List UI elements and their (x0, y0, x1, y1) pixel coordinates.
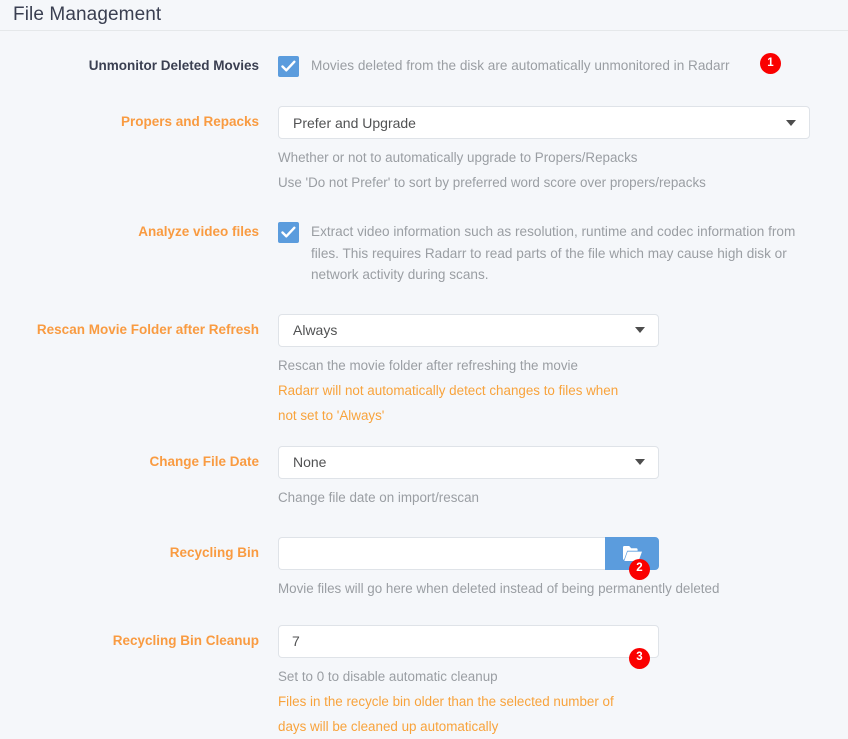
input-group-recycling-bin (278, 536, 659, 570)
file-management-form: Unmonitor Deleted Movies Movies deleted … (0, 31, 848, 739)
control-unmonitor-deleted-movies: Movies deleted from the disk are automat… (259, 53, 848, 77)
setting-row-recycling-bin-cleanup: Recycling Bin Cleanup Set to 0 to disabl… (0, 624, 848, 739)
setting-row-rescan-movie-folder: Rescan Movie Folder after Refresh Always… (0, 313, 848, 428)
control-recycling-bin-cleanup: Set to 0 to disable automatic cleanup Fi… (259, 624, 848, 739)
recycling-bin-cleanup-input[interactable] (278, 624, 659, 658)
help-text-recycling-bin: Movie files will go here when deleted in… (278, 580, 720, 596)
help-text-change-file-date: Change file date on import/rescan (278, 489, 479, 505)
select-value-change-file-date: None (293, 454, 327, 470)
status-badge-2: 2 (629, 558, 650, 580)
help-text-propers-and-repacks-2: Use 'Do not Prefer' to sort by preferred… (278, 175, 706, 190)
setting-row-recycling-bin: Recycling Bin Movie files will go here w… (0, 536, 848, 601)
checkbox-line-analyze-video-files: Extract video information such as resolu… (278, 221, 848, 286)
setting-row-unmonitor-deleted-movies: Unmonitor Deleted Movies Movies deleted … (0, 53, 848, 77)
warning-text-recycling-bin-cleanup: Files in the recycle bin older than the … (278, 693, 614, 734)
page-title: File Management (13, 4, 162, 25)
status-badge-1: 1 (760, 53, 781, 74)
select-rescan-movie-folder[interactable]: Always (278, 313, 659, 347)
setting-row-propers-and-repacks: Propers and Repacks Prefer and Upgrade W… (0, 106, 848, 195)
select-propers-and-repacks[interactable]: Prefer and Upgrade (278, 106, 810, 139)
setting-row-analyze-video-files: Analyze video files Extract video inform… (0, 221, 848, 286)
check-icon (281, 226, 296, 238)
label-change-file-date: Change File Date (149, 453, 259, 469)
setting-row-change-file-date: Change File Date None Change file date o… (0, 445, 848, 510)
control-analyze-video-files: Extract video information such as resolu… (259, 221, 848, 286)
recycling-bin-path-input[interactable] (278, 536, 605, 570)
chevron-down-icon (635, 459, 645, 465)
chevron-down-icon (635, 327, 645, 333)
label-rescan-movie-folder: Rescan Movie Folder after Refresh (36, 321, 259, 337)
page-header: File Management (0, 0, 848, 31)
checkbox-text-unmonitor-deleted-movies: Movies deleted from the disk are automat… (311, 58, 730, 73)
status-badge-3: 3 (629, 647, 650, 669)
select-value-rescan-movie-folder: Always (293, 322, 338, 338)
checkbox-text-analyze-video-files: Extract video information such as resolu… (311, 224, 796, 282)
checkbox-analyze-video-files[interactable] (278, 222, 299, 243)
check-icon (281, 60, 296, 72)
file-management-page: File Management Unmonitor Deleted Movies… (0, 0, 848, 734)
control-change-file-date: None Change file date on import/rescan (259, 445, 848, 510)
select-value-propers-and-repacks: Prefer and Upgrade (293, 114, 416, 131)
label-recycling-bin: Recycling Bin (169, 544, 259, 560)
control-recycling-bin: Movie files will go here when deleted in… (259, 536, 848, 601)
help-text-recycling-bin-cleanup: Set to 0 to disable automatic cleanup (278, 668, 498, 684)
help-text-rescan-movie-folder: Rescan the movie folder after refreshing… (278, 357, 578, 373)
help-text-propers-and-repacks-1: Whether or not to automatically upgrade … (278, 150, 638, 165)
label-unmonitor-deleted-movies: Unmonitor Deleted Movies (88, 58, 259, 73)
control-propers-and-repacks: Prefer and Upgrade Whether or not to aut… (259, 106, 848, 195)
checkbox-unmonitor-deleted-movies[interactable] (278, 56, 299, 77)
label-analyze-video-files: Analyze video files (138, 224, 259, 239)
label-propers-and-repacks: Propers and Repacks (120, 114, 259, 129)
select-change-file-date[interactable]: None (278, 445, 659, 479)
control-rescan-movie-folder: Always Rescan the movie folder after ref… (259, 313, 848, 428)
warning-text-rescan-movie-folder: Radarr will not automatically detect cha… (278, 382, 619, 423)
label-recycling-bin-cleanup: Recycling Bin Cleanup (112, 632, 259, 648)
chevron-down-icon (786, 119, 796, 126)
